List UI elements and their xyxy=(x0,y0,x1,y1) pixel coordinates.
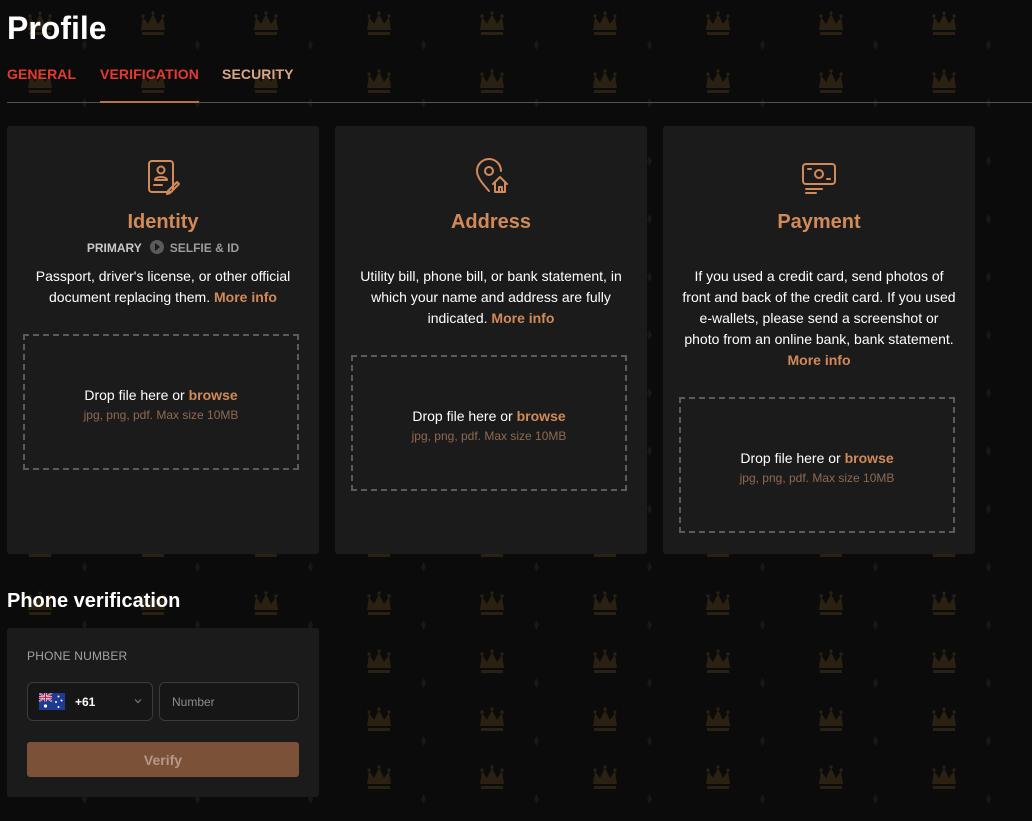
country-code-select[interactable]: +61 xyxy=(27,682,153,721)
payment-dropzone[interactable]: Drop file here or browse jpg, png, pdf. … xyxy=(679,397,955,533)
identity-steps: PRIMARY SELFIE & ID xyxy=(7,240,319,256)
identity-more-info-link[interactable]: More info xyxy=(214,289,277,305)
address-browse-link[interactable]: browse xyxy=(517,408,566,424)
tab-security[interactable]: SECURITY xyxy=(222,66,294,82)
dropzone-text: Drop file here or browse xyxy=(412,408,566,424)
dropzone-hint: jpg, png, pdf. Max size 10MB xyxy=(739,471,895,485)
phone-verification-heading: Phone verification xyxy=(7,590,181,612)
page-title: Profile xyxy=(7,10,107,46)
australia-flag-icon xyxy=(39,693,65,710)
address-description: Utility bill, phone bill, or bank statem… xyxy=(360,268,622,326)
address-more-info-link[interactable]: More info xyxy=(491,310,554,326)
identity-card: Identity PRIMARY SELFIE & ID Passport, dr… xyxy=(7,126,319,554)
phone-number-input[interactable] xyxy=(159,682,299,721)
payment-card-icon xyxy=(802,163,836,194)
address-title: Address xyxy=(450,211,532,233)
verify-button[interactable]: Verify xyxy=(27,742,299,777)
tab-general[interactable]: GENERAL xyxy=(7,66,76,82)
step-arrow-icon xyxy=(149,240,164,254)
dial-code: +61 xyxy=(75,695,96,709)
payment-description: If you used a credit card, send photos o… xyxy=(682,268,956,368)
step-selfie-id[interactable]: SELFIE & ID xyxy=(170,241,239,255)
phone-number-label: PHONE NUMBER xyxy=(27,649,128,663)
address-card: Address Utility bill, phone bill, or ban… xyxy=(335,126,647,554)
id-document-icon xyxy=(148,160,180,195)
profile-tabs: GENERAL VERIFICATION SECURITY xyxy=(7,66,1032,103)
identity-title: Identity xyxy=(127,211,199,233)
chevron-down-icon xyxy=(134,699,142,704)
location-home-icon xyxy=(476,158,508,193)
identity-dropzone[interactable]: Drop file here or browse jpg, png, pdf. … xyxy=(23,334,299,470)
payment-browse-link[interactable]: browse xyxy=(845,450,894,466)
address-dropzone[interactable]: Drop file here or browse jpg, png, pdf. … xyxy=(351,355,627,491)
tab-verification[interactable]: VERIFICATION xyxy=(100,66,199,103)
payment-card: Payment If you used a credit card, send … xyxy=(663,126,975,554)
phone-verification-card: PHONE NUMBER +61 Verify xyxy=(7,628,319,797)
dropzone-text: Drop file here or browse xyxy=(84,387,238,403)
identity-browse-link[interactable]: browse xyxy=(189,387,238,403)
step-primary[interactable]: PRIMARY xyxy=(87,241,142,255)
dropzone-hint: jpg, png, pdf. Max size 10MB xyxy=(411,429,567,443)
identity-description: Passport, driver's license, or other off… xyxy=(35,268,291,305)
payment-more-info-link[interactable]: More info xyxy=(788,352,851,368)
dropzone-hint: jpg, png, pdf. Max size 10MB xyxy=(83,408,239,422)
payment-title: Payment xyxy=(777,211,861,233)
dropzone-text: Drop file here or browse xyxy=(740,450,894,466)
